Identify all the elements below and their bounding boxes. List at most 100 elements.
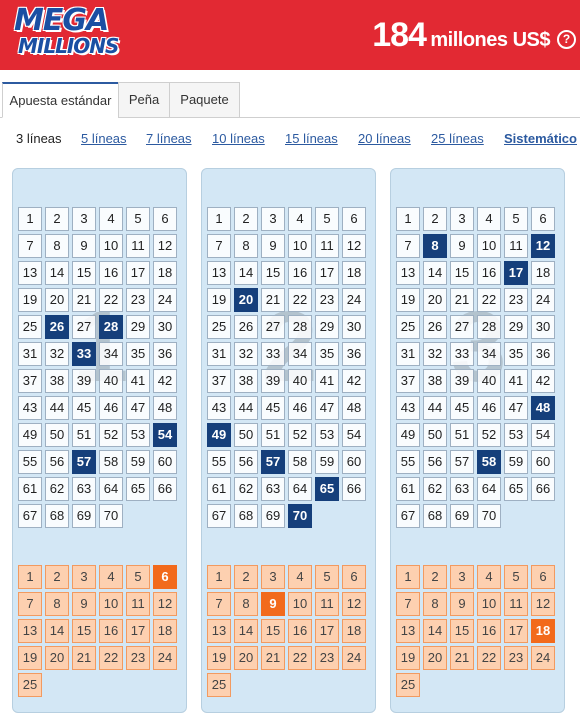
main-number-cell[interactable]: 65	[504, 477, 528, 501]
mega-ball-cell[interactable]: 11	[504, 592, 528, 616]
main-number-cell[interactable]: 25	[18, 315, 42, 339]
main-number-cell[interactable]: 27	[72, 315, 96, 339]
main-number-cell[interactable]: 9	[450, 234, 474, 258]
mega-ball-cell[interactable]: 11	[126, 592, 150, 616]
mega-ball-cell[interactable]: 5	[126, 565, 150, 589]
main-number-cell[interactable]: 49	[18, 423, 42, 447]
mega-ball-cell[interactable]: 19	[207, 646, 231, 670]
main-number-cell[interactable]: 59	[126, 450, 150, 474]
main-number-cell[interactable]: 30	[531, 315, 555, 339]
main-number-cell[interactable]: 14	[423, 261, 447, 285]
mega-ball-cell[interactable]: 4	[99, 565, 123, 589]
mega-ball-cell[interactable]: 10	[477, 592, 501, 616]
mega-ball-cell[interactable]: 9	[72, 592, 96, 616]
main-number-cell[interactable]: 37	[396, 369, 420, 393]
main-number-cell[interactable]: 51	[450, 423, 474, 447]
main-number-cell[interactable]: 8	[45, 234, 69, 258]
main-number-cell[interactable]: 25	[396, 315, 420, 339]
mega-ball-cell[interactable]: 22	[99, 646, 123, 670]
main-number-cell[interactable]: 47	[126, 396, 150, 420]
mega-ball-cell[interactable]: 15	[72, 619, 96, 643]
main-number-cell[interactable]: 18	[531, 261, 555, 285]
main-number-cell[interactable]: 61	[207, 477, 231, 501]
main-number-cell[interactable]: 56	[234, 450, 258, 474]
main-number-cell[interactable]: 46	[477, 396, 501, 420]
main-number-cell[interactable]: 8	[234, 234, 258, 258]
main-number-cell[interactable]: 2	[423, 207, 447, 231]
main-number-cell[interactable]: 48	[153, 396, 177, 420]
mega-ball-cell[interactable]: 20	[234, 646, 258, 670]
main-number-cell[interactable]: 39	[72, 369, 96, 393]
main-number-cell[interactable]: 58	[99, 450, 123, 474]
main-number-selected[interactable]: 8	[423, 234, 447, 258]
main-number-cell[interactable]: 25	[207, 315, 231, 339]
mega-ball-cell[interactable]: 8	[423, 592, 447, 616]
mega-ball-cell[interactable]: 5	[504, 565, 528, 589]
mega-ball-cell[interactable]: 14	[45, 619, 69, 643]
main-number-cell[interactable]: 16	[288, 261, 312, 285]
main-number-cell[interactable]: 48	[342, 396, 366, 420]
main-number-cell[interactable]: 4	[288, 207, 312, 231]
main-number-cell[interactable]: 1	[396, 207, 420, 231]
main-number-cell[interactable]: 1	[207, 207, 231, 231]
main-number-cell[interactable]: 60	[342, 450, 366, 474]
main-number-selected[interactable]: 26	[45, 315, 69, 339]
main-number-cell[interactable]: 20	[45, 288, 69, 312]
main-number-cell[interactable]: 55	[207, 450, 231, 474]
main-number-cell[interactable]: 24	[531, 288, 555, 312]
main-number-cell[interactable]: 66	[153, 477, 177, 501]
main-number-cell[interactable]: 62	[234, 477, 258, 501]
mega-ball-cell[interactable]: 12	[342, 592, 366, 616]
main-number-cell[interactable]: 59	[315, 450, 339, 474]
option-25-lines[interactable]: 25 líneas	[431, 130, 484, 148]
mega-ball-cell[interactable]: 22	[288, 646, 312, 670]
main-number-cell[interactable]: 22	[288, 288, 312, 312]
main-number-cell[interactable]: 47	[315, 396, 339, 420]
mega-ball-cell[interactable]: 7	[207, 592, 231, 616]
main-number-cell[interactable]: 58	[288, 450, 312, 474]
main-number-cell[interactable]: 3	[261, 207, 285, 231]
main-number-cell[interactable]: 19	[18, 288, 42, 312]
mega-ball-cell[interactable]: 13	[396, 619, 420, 643]
main-number-cell[interactable]: 42	[153, 369, 177, 393]
main-number-cell[interactable]: 7	[18, 234, 42, 258]
main-number-cell[interactable]: 15	[72, 261, 96, 285]
main-number-cell[interactable]: 4	[99, 207, 123, 231]
main-number-cell[interactable]: 3	[450, 207, 474, 231]
main-number-cell[interactable]: 38	[45, 369, 69, 393]
main-number-selected[interactable]: 49	[207, 423, 231, 447]
main-number-cell[interactable]: 62	[423, 477, 447, 501]
mega-ball-cell[interactable]: 22	[477, 646, 501, 670]
mega-ball-selected[interactable]: 18	[531, 619, 555, 643]
mega-ball-cell[interactable]: 25	[396, 673, 420, 697]
main-number-cell[interactable]: 64	[477, 477, 501, 501]
main-number-cell[interactable]: 41	[126, 369, 150, 393]
mega-ball-cell[interactable]: 21	[450, 646, 474, 670]
main-number-cell[interactable]: 41	[315, 369, 339, 393]
main-number-cell[interactable]: 38	[423, 369, 447, 393]
main-number-cell[interactable]: 36	[342, 342, 366, 366]
main-number-cell[interactable]: 6	[531, 207, 555, 231]
main-number-cell[interactable]: 20	[423, 288, 447, 312]
main-number-cell[interactable]: 60	[531, 450, 555, 474]
main-number-cell[interactable]: 62	[45, 477, 69, 501]
main-number-cell[interactable]: 22	[99, 288, 123, 312]
main-number-cell[interactable]: 67	[207, 504, 231, 528]
main-number-cell[interactable]: 61	[18, 477, 42, 501]
main-number-cell[interactable]: 40	[477, 369, 501, 393]
help-icon[interactable]: ?	[557, 30, 576, 49]
main-number-cell[interactable]: 57	[450, 450, 474, 474]
main-number-cell[interactable]: 45	[72, 396, 96, 420]
mega-ball-cell[interactable]: 25	[18, 673, 42, 697]
main-number-cell[interactable]: 49	[396, 423, 420, 447]
mega-ball-cell[interactable]: 1	[18, 565, 42, 589]
main-number-cell[interactable]: 16	[477, 261, 501, 285]
mega-ball-cell[interactable]: 24	[342, 646, 366, 670]
main-number-cell[interactable]: 32	[423, 342, 447, 366]
main-number-cell[interactable]: 39	[261, 369, 285, 393]
main-number-cell[interactable]: 69	[72, 504, 96, 528]
main-number-cell[interactable]: 29	[126, 315, 150, 339]
option-5-lines[interactable]: 5 líneas	[81, 130, 127, 148]
main-number-cell[interactable]: 15	[261, 261, 285, 285]
main-number-cell[interactable]: 59	[504, 450, 528, 474]
